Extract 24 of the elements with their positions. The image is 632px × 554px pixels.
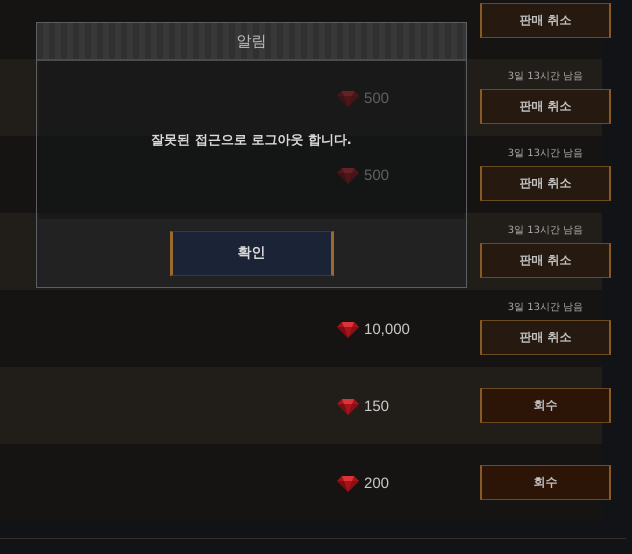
time-remaining: 3일 13시간 남음 [506,224,584,237]
listing-action-button[interactable]: 판매 취소 [480,89,611,124]
gem-icon [337,320,359,338]
gem-icon [337,398,359,416]
price-amount: 200 [364,475,390,492]
gem-icon [337,166,359,184]
listing-action-button[interactable]: 회수 [480,465,611,500]
listing-action-button[interactable]: 판매 취소 [480,243,611,278]
dialog-title: 알림 [37,23,466,61]
price-amount: 500 [364,167,390,184]
time-remaining: 3일 13시간 남음 [506,147,584,160]
gem-icon [337,90,359,108]
listing-action-button[interactable]: 판매 취소 [480,320,611,355]
time-remaining: 3일 13시간 남음 [506,301,584,314]
confirm-button[interactable]: 확인 [170,230,334,276]
time-remaining: 3일 13시간 남음 [506,70,584,83]
dialog-message: 잘못된 접근으로 로그아웃 합니다. [151,132,352,149]
listing-action-button[interactable]: 회수 [480,388,611,423]
listing-action-button[interactable]: 판매 취소 [480,166,611,201]
price-amount: 10,000 [364,321,410,338]
price-amount: 150 [364,398,390,415]
price-amount: 500 [364,90,390,107]
gem-icon [337,474,359,492]
listing-action-button[interactable]: 판매 취소 [480,3,611,38]
